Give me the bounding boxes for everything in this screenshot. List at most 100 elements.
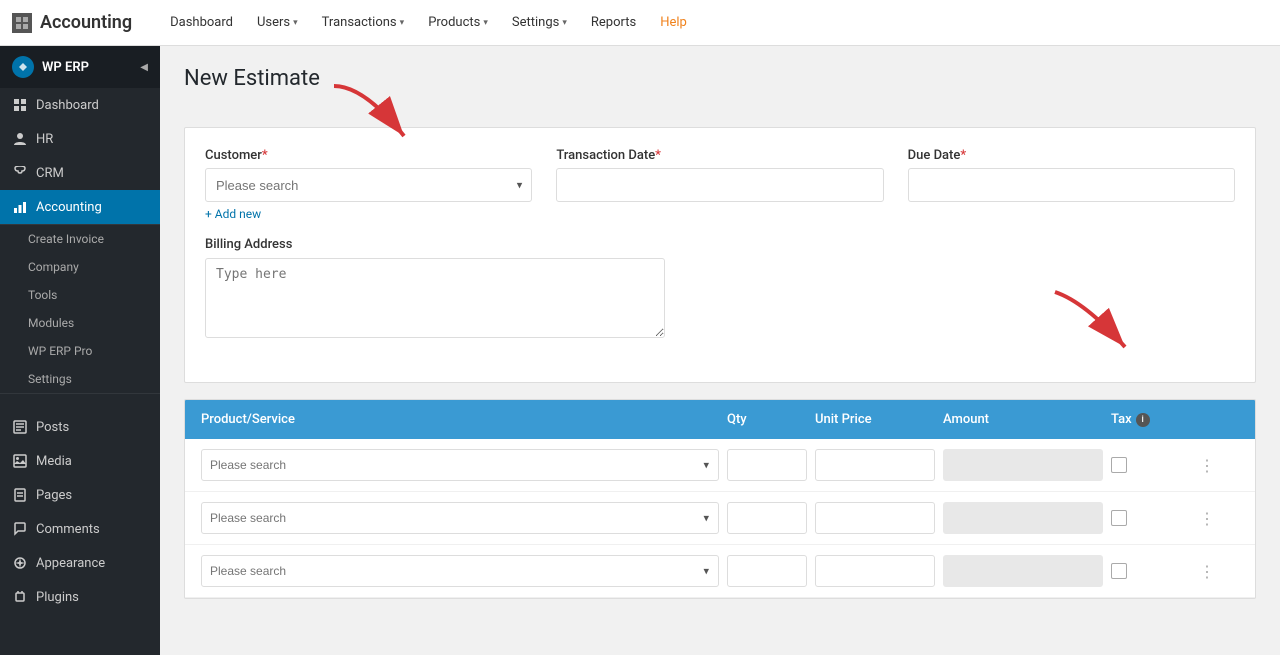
top-bar-title: Accounting bbox=[40, 12, 132, 33]
wp-erp-label: WP ERP bbox=[42, 60, 89, 75]
product-input-1[interactable] bbox=[201, 449, 719, 481]
nav-settings[interactable]: Settings ▾ bbox=[502, 9, 577, 36]
sidebar-item-create-invoice[interactable]: Create Invoice bbox=[0, 225, 160, 253]
product-input-2[interactable] bbox=[201, 502, 719, 534]
header-unit-price: Unit Price bbox=[815, 412, 935, 427]
sidebar-item-company[interactable]: Company bbox=[0, 253, 160, 281]
sidebar-label-hr: HR bbox=[36, 132, 53, 147]
delete-row-3[interactable]: ⋮ bbox=[1199, 562, 1215, 581]
comments-icon bbox=[12, 521, 28, 537]
module-icon bbox=[12, 13, 32, 33]
sidebar-label-posts: Posts bbox=[36, 420, 69, 435]
form-card: Customer* ▾ + Add new Transaction Date* bbox=[184, 127, 1256, 383]
sidebar-label-crm: CRM bbox=[36, 166, 64, 181]
top-bar: Accounting Dashboard Users ▾ Transaction… bbox=[0, 0, 1280, 46]
sidebar-item-plugins[interactable]: Plugins bbox=[0, 580, 160, 614]
tax-checkbox-3[interactable] bbox=[1111, 563, 1127, 579]
tax-cell-2 bbox=[1111, 510, 1191, 526]
sidebar-label-pages: Pages bbox=[36, 488, 72, 503]
product-cell-3: ▾ bbox=[201, 555, 719, 587]
nav-reports[interactable]: Reports bbox=[581, 9, 646, 36]
sidebar-item-comments[interactable]: Comments bbox=[0, 512, 160, 546]
amount-cell-1 bbox=[943, 449, 1103, 481]
qty-input-2[interactable] bbox=[727, 502, 807, 534]
sidebar-item-appearance[interactable]: Appearance bbox=[0, 546, 160, 580]
appearance-icon bbox=[12, 555, 28, 571]
plugins-icon bbox=[12, 589, 28, 605]
header-product-service: Product/Service bbox=[201, 412, 719, 427]
qty-cell-3 bbox=[727, 555, 807, 587]
sidebar-item-modules[interactable]: Modules bbox=[0, 309, 160, 337]
nav-transactions[interactable]: Transactions ▾ bbox=[312, 9, 415, 36]
customer-input[interactable] bbox=[205, 168, 532, 202]
tax-info-icon: i bbox=[1136, 413, 1150, 427]
wp-erp-icon bbox=[12, 56, 34, 78]
qty-cell-2 bbox=[727, 502, 807, 534]
dashboard-icon bbox=[12, 97, 28, 113]
add-new-link[interactable]: + Add new bbox=[205, 207, 532, 221]
due-date-label: Due Date* bbox=[908, 148, 1235, 163]
accounting-icon bbox=[12, 199, 28, 215]
sidebar-label-accounting: Accounting bbox=[36, 200, 102, 215]
tax-cell-3 bbox=[1111, 563, 1191, 579]
product-input-3[interactable] bbox=[201, 555, 719, 587]
transaction-date-group: Transaction Date* bbox=[556, 148, 883, 221]
sidebar-item-media[interactable]: Media bbox=[0, 444, 160, 478]
form-row-1: Customer* ▾ + Add new Transaction Date* bbox=[205, 148, 1235, 221]
unit-price-cell-2 bbox=[815, 502, 935, 534]
wp-erp-header[interactable]: WP ERP ◀ bbox=[0, 46, 160, 88]
billing-address-input[interactable] bbox=[205, 258, 665, 338]
sidebar-item-pages[interactable]: Pages bbox=[0, 478, 160, 512]
delete-row-1[interactable]: ⋮ bbox=[1199, 456, 1215, 475]
tax-checkbox-2[interactable] bbox=[1111, 510, 1127, 526]
amount-cell-3 bbox=[943, 555, 1103, 587]
amount-display-2 bbox=[943, 502, 1103, 534]
pages-icon bbox=[12, 487, 28, 503]
nav-users[interactable]: Users ▾ bbox=[247, 9, 308, 36]
page-title: New Estimate bbox=[184, 66, 320, 91]
posts-icon bbox=[12, 419, 28, 435]
unit-price-input-2[interactable] bbox=[815, 502, 935, 534]
tax-checkbox-1[interactable] bbox=[1111, 457, 1127, 473]
header-amount: Amount bbox=[943, 412, 1103, 427]
nav-dashboard[interactable]: Dashboard bbox=[160, 9, 243, 36]
customer-label: Customer* bbox=[205, 148, 532, 163]
table-row: ▾ ⋮ bbox=[185, 545, 1255, 598]
qty-cell-1 bbox=[727, 449, 807, 481]
billing-section: Billing Address bbox=[205, 237, 1235, 342]
sidebar-item-crm[interactable]: CRM bbox=[0, 156, 160, 190]
qty-input-3[interactable] bbox=[727, 555, 807, 587]
hr-icon bbox=[12, 131, 28, 147]
header-qty: Qty bbox=[727, 412, 807, 427]
delete-cell-3: ⋮ bbox=[1199, 562, 1239, 581]
sidebar: WP ERP ◀ Dashboard HR CRM bbox=[0, 46, 160, 655]
amount-display-3 bbox=[943, 555, 1103, 587]
product-cell-2: ▾ bbox=[201, 502, 719, 534]
sidebar-item-dashboard[interactable]: Dashboard bbox=[0, 88, 160, 122]
billing-address-label: Billing Address bbox=[205, 237, 1235, 252]
delete-row-2[interactable]: ⋮ bbox=[1199, 509, 1215, 528]
media-icon bbox=[12, 453, 28, 469]
product-select-wrapper-3: ▾ bbox=[201, 555, 719, 587]
table-header: Product/Service Qty Unit Price Amount Ta… bbox=[185, 400, 1255, 439]
sidebar-item-settings[interactable]: Settings bbox=[0, 365, 160, 393]
customer-select-wrapper: ▾ bbox=[205, 168, 532, 202]
transaction-date-input[interactable] bbox=[556, 168, 883, 202]
unit-price-input-3[interactable] bbox=[815, 555, 935, 587]
sidebar-item-accounting[interactable]: Accounting bbox=[0, 190, 160, 224]
nav-help[interactable]: Help bbox=[650, 9, 697, 36]
sidebar-item-posts[interactable]: Posts bbox=[0, 410, 160, 444]
product-cell-1: ▾ bbox=[201, 449, 719, 481]
customer-group: Customer* ▾ + Add new bbox=[205, 148, 532, 221]
sidebar-item-wp-erp-pro[interactable]: WP ERP Pro bbox=[0, 337, 160, 365]
unit-price-input-1[interactable] bbox=[815, 449, 935, 481]
unit-price-cell-1 bbox=[815, 449, 935, 481]
due-date-input[interactable] bbox=[908, 168, 1235, 202]
main-content: New Estimate Customer* bbox=[160, 46, 1280, 655]
product-select-wrapper-1: ▾ bbox=[201, 449, 719, 481]
sidebar-item-hr[interactable]: HR bbox=[0, 122, 160, 156]
qty-input-1[interactable] bbox=[727, 449, 807, 481]
top-nav: Dashboard Users ▾ Transactions ▾ Product… bbox=[160, 9, 697, 36]
sidebar-item-tools[interactable]: Tools bbox=[0, 281, 160, 309]
nav-products[interactable]: Products ▾ bbox=[418, 9, 498, 36]
